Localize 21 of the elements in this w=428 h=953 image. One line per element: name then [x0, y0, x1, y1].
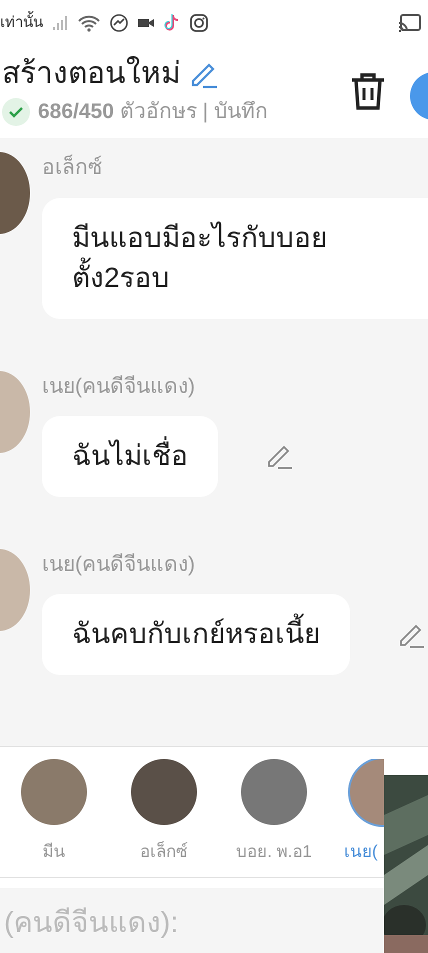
wifi-icon — [77, 14, 101, 32]
trash-icon[interactable] — [350, 72, 386, 110]
character-tab[interactable]: บอย. พ.อ1 — [234, 759, 314, 877]
page-title: สร้างตอนใหม่ — [2, 56, 181, 92]
sender-name: อเล็กซ์ — [42, 154, 103, 181]
character-tab[interactable]: อเล็กซ์ — [124, 759, 204, 877]
music-note-icon — [163, 13, 181, 33]
cast-icon — [398, 13, 422, 33]
sender-name: เนย(คนดีจีนแดง) — [42, 552, 196, 578]
camera-icon — [189, 13, 209, 33]
carrier-text: เท่านั้น — [0, 12, 43, 34]
video-camera-icon — [137, 16, 155, 30]
sender-name: เนย(คนดีจีนแดง) — [42, 374, 196, 400]
character-tab[interactable]: มีน — [14, 759, 94, 877]
message-bubble[interactable]: ฉันไม่เชื่อ — [42, 416, 218, 497]
signal-icon — [51, 14, 69, 32]
message-bubble[interactable]: ฉันคบกับเกย์หรอเนี้ย — [42, 594, 350, 675]
message-bubble[interactable]: มีนแอบมีอะไรกับบอย ตั้ง2รอบ — [42, 198, 428, 319]
chat-bubble-icon — [109, 13, 129, 33]
message-input[interactable]: (คนดีจีนแดง): — [0, 888, 384, 953]
character-count: 686/450 ตัวอักษร | บันทึก — [38, 99, 268, 125]
